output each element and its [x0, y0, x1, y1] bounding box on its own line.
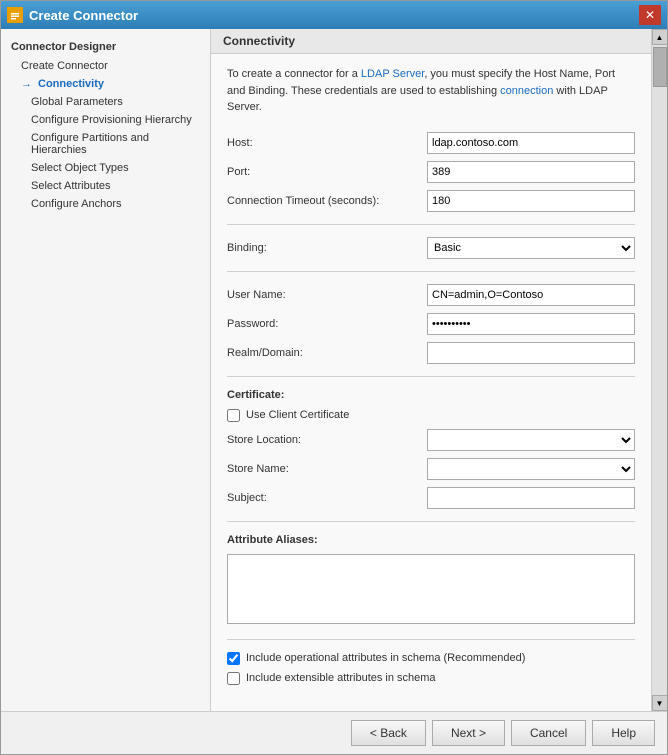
store-location-row: Store Location:	[227, 429, 635, 451]
sidebar-item-connectivity[interactable]: Connectivity	[1, 75, 210, 93]
attribute-aliases-textarea[interactable]	[227, 554, 635, 624]
store-location-select[interactable]	[427, 429, 635, 451]
sidebar-item-label-select-attributes: Select Attributes	[31, 180, 111, 192]
separator-4	[227, 521, 635, 522]
port-label: Port:	[227, 166, 427, 178]
next-button[interactable]: Next >	[432, 720, 505, 746]
binding-row: Binding: Basic Anonymous SSL Kerberos	[227, 237, 635, 259]
scroll-thumb[interactable]	[653, 47, 667, 87]
certificate-label: Certificate:	[227, 389, 635, 401]
subject-input[interactable]	[427, 487, 635, 509]
store-name-row: Store Name:	[227, 458, 635, 480]
include-operational-row: Include operational attributes in schema…	[227, 652, 635, 665]
help-button[interactable]: Help	[592, 720, 655, 746]
back-button[interactable]: < Back	[351, 720, 426, 746]
password-label: Password:	[227, 318, 427, 330]
connection-link: connection	[500, 85, 553, 97]
password-input[interactable]	[427, 313, 635, 335]
description-text: To create a connector for a LDAP Server,…	[227, 66, 635, 116]
binding-select[interactable]: Basic Anonymous SSL Kerberos	[427, 237, 635, 259]
username-input[interactable]	[427, 284, 635, 306]
window-title: Create Connector	[29, 8, 138, 23]
main-content: Connectivity To create a connector for a…	[211, 29, 651, 711]
sidebar: Connector Designer Create Connector Conn…	[1, 29, 211, 711]
scroll-down-button[interactable]: ▼	[652, 695, 668, 711]
main-area: Connectivity To create a connector for a…	[211, 29, 667, 711]
subject-label: Subject:	[227, 492, 427, 504]
binding-label: Binding:	[227, 242, 427, 254]
host-row: Host:	[227, 132, 635, 154]
main-header: Connectivity	[211, 29, 651, 54]
separator-1	[227, 224, 635, 225]
subject-row: Subject:	[227, 487, 635, 509]
sidebar-item-label-global-parameters: Global Parameters	[31, 96, 123, 108]
realm-row: Realm/Domain:	[227, 342, 635, 364]
footer: < Back Next > Cancel Help	[1, 711, 667, 754]
sidebar-item-select-object-types[interactable]: Select Object Types	[1, 159, 210, 177]
scroll-up-button[interactable]: ▲	[652, 29, 668, 45]
host-label: Host:	[227, 137, 427, 149]
port-input[interactable]	[427, 161, 635, 183]
include-operational-checkbox[interactable]	[227, 652, 240, 665]
realm-label: Realm/Domain:	[227, 347, 427, 359]
username-label: User Name:	[227, 289, 427, 301]
main-scroll: To create a connector for a LDAP Server,…	[211, 54, 651, 711]
host-input[interactable]	[427, 132, 635, 154]
sidebar-item-label-create-connector: Create Connector	[21, 60, 108, 72]
sidebar-item-label-connectivity: Connectivity	[38, 78, 104, 90]
sidebar-item-select-attributes[interactable]: Select Attributes	[1, 177, 210, 195]
title-bar-left: Create Connector	[7, 7, 138, 23]
store-location-label: Store Location:	[227, 434, 427, 446]
username-row: User Name:	[227, 284, 635, 306]
connection-timeout-label: Connection Timeout (seconds):	[227, 195, 427, 207]
store-name-label: Store Name:	[227, 463, 427, 475]
sidebar-item-create-connector[interactable]: Create Connector	[1, 57, 210, 75]
window-body: Connector Designer Create Connector Conn…	[1, 29, 667, 711]
vertical-scrollbar[interactable]: ▲ ▼	[651, 29, 667, 711]
cancel-button[interactable]: Cancel	[511, 720, 586, 746]
sidebar-item-label-configure-anchors: Configure Anchors	[31, 198, 122, 210]
sidebar-item-configure-partitions-and-hierarchies[interactable]: Configure Partitions and Hierarchies	[1, 129, 210, 159]
include-extensible-checkbox[interactable]	[227, 672, 240, 685]
sidebar-item-label-configure-partitions-and-hierarchies: Configure Partitions and Hierarchies	[31, 132, 200, 156]
ldap-link: LDAP Server	[361, 68, 424, 80]
connection-timeout-row: Connection Timeout (seconds):	[227, 190, 635, 212]
password-row: Password:	[227, 313, 635, 335]
sidebar-item-label-select-object-types: Select Object Types	[31, 162, 129, 174]
connection-timeout-input[interactable]	[427, 190, 635, 212]
include-operational-label: Include operational attributes in schema…	[246, 652, 525, 664]
use-client-cert-label: Use Client Certificate	[246, 409, 349, 421]
sidebar-item-configure-anchors[interactable]: Configure Anchors	[1, 195, 210, 213]
window-icon	[7, 7, 23, 23]
store-name-select[interactable]	[427, 458, 635, 480]
sidebar-item-configure-provisioning-hierarchy[interactable]: Configure Provisioning Hierarchy	[1, 111, 210, 129]
sidebar-item-global-parameters[interactable]: Global Parameters	[1, 93, 210, 111]
realm-input[interactable]	[427, 342, 635, 364]
use-client-cert-checkbox[interactable]	[227, 409, 240, 422]
include-extensible-row: Include extensible attributes in schema	[227, 672, 635, 685]
sidebar-section-header: Connector Designer	[1, 37, 210, 57]
separator-3	[227, 376, 635, 377]
sidebar-item-label-configure-provisioning-hierarchy: Configure Provisioning Hierarchy	[31, 114, 192, 126]
title-bar: Create Connector ✕	[1, 1, 667, 29]
include-extensible-label: Include extensible attributes in schema	[246, 672, 436, 684]
attribute-aliases-label: Attribute Aliases:	[227, 534, 635, 546]
main-window: Create Connector ✕ Connector Designer Cr…	[0, 0, 668, 755]
port-row: Port:	[227, 161, 635, 183]
separator-2	[227, 271, 635, 272]
separator-5	[227, 639, 635, 640]
use-client-cert-row: Use Client Certificate	[227, 409, 635, 422]
close-button[interactable]: ✕	[639, 5, 661, 25]
